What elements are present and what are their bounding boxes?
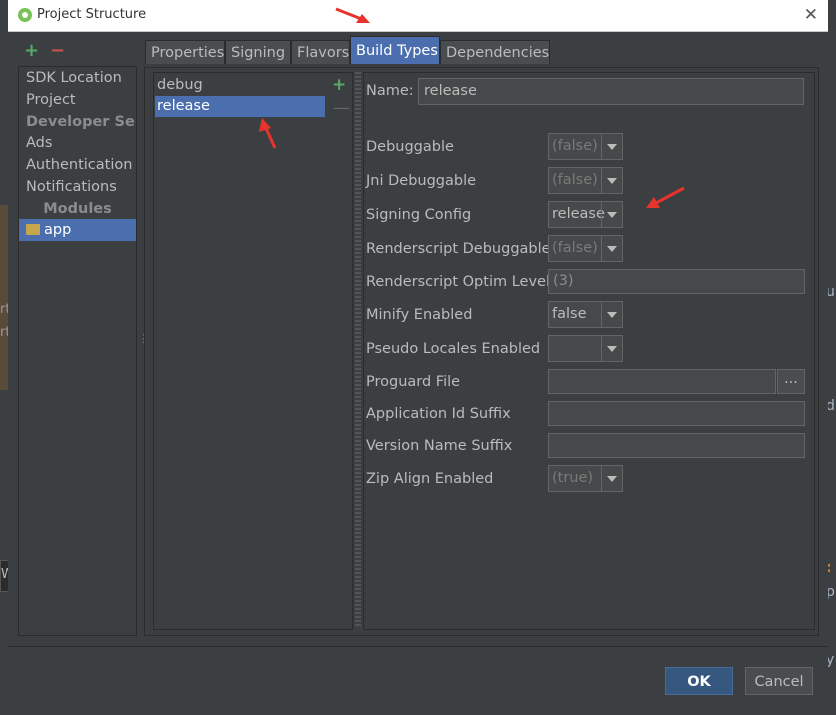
module-folder-icon xyxy=(26,224,40,235)
sidebar: SDK Location Project Developer Ser... Ad… xyxy=(18,66,137,636)
chevron-down-icon[interactable] xyxy=(601,336,622,361)
list-toolbar: + — xyxy=(326,72,353,630)
sidebar-item-authentication[interactable]: Authentication xyxy=(19,154,136,176)
sidebar-item-project[interactable]: Project xyxy=(19,89,136,111)
renderscript-optim-level-label: Renderscript Optim Level xyxy=(366,274,550,290)
proguard-file-label: Proguard File xyxy=(366,374,461,390)
background-editor-left xyxy=(0,205,8,390)
pseudo-locales-enabled-combo[interactable] xyxy=(548,335,623,362)
annotation-arrow-icon xyxy=(646,186,685,208)
sidebar-item-ads[interactable]: Ads xyxy=(19,132,136,154)
debuggable-combo[interactable]: (false) xyxy=(548,133,623,160)
add-icon[interactable]: + xyxy=(24,40,39,61)
sidebar-item-sdk-location[interactable]: SDK Location xyxy=(19,67,136,89)
list-item-release[interactable]: release xyxy=(155,96,325,117)
tab-build-types[interactable]: Build Types xyxy=(350,36,440,64)
application-id-suffix-label: Application Id Suffix xyxy=(366,406,511,422)
remove-build-type-icon[interactable]: — xyxy=(333,98,350,118)
chevron-down-icon[interactable] xyxy=(601,202,622,227)
chevron-down-icon[interactable] xyxy=(601,466,622,491)
zip-align-enabled-label: Zip Align Enabled xyxy=(366,471,494,487)
renderscript-debuggable-label: Renderscript Debuggable xyxy=(366,241,551,257)
signing-config-combo[interactable]: release xyxy=(548,201,623,228)
annotation-arrow-icon xyxy=(335,7,370,23)
sidebar-header-modules: Modules xyxy=(43,201,112,217)
footer-separator xyxy=(8,646,828,647)
minify-enabled-label: Minify Enabled xyxy=(366,307,473,323)
sidebar-item-notifications[interactable]: Notifications xyxy=(19,176,136,198)
renderscript-debuggable-combo[interactable]: (false) xyxy=(548,235,623,262)
jni-debuggable-combo[interactable]: (false) xyxy=(548,167,623,194)
browse-button[interactable]: ... xyxy=(777,369,805,394)
zip-align-enabled-combo[interactable]: (true) xyxy=(548,465,623,492)
name-input[interactable]: release xyxy=(418,78,804,105)
add-build-type-icon[interactable]: + xyxy=(332,75,346,95)
sidebar-header-developer-services: Developer Ser... xyxy=(26,114,136,130)
debuggable-label: Debuggable xyxy=(366,139,454,155)
application-id-suffix-input[interactable] xyxy=(548,401,805,426)
signing-config-label: Signing Config xyxy=(366,207,472,223)
window-title: Project Structure xyxy=(37,7,147,22)
pseudo-locales-enabled-label: Pseudo Locales Enabled xyxy=(366,341,541,357)
chevron-down-icon[interactable] xyxy=(601,134,622,159)
jni-debuggable-label: Jni Debuggable xyxy=(366,173,477,189)
close-icon[interactable]: ✕ xyxy=(804,5,818,25)
minify-enabled-combo[interactable]: false xyxy=(548,301,623,328)
annotation-arrow-icon xyxy=(259,118,277,149)
tab-signing[interactable]: Signing xyxy=(225,40,291,64)
renderscript-optim-level-input[interactable]: (3) xyxy=(548,269,805,294)
list-item-debug[interactable]: debug xyxy=(155,75,325,96)
tab-flavors[interactable]: Flavors xyxy=(291,40,350,64)
android-studio-icon xyxy=(18,8,32,22)
chevron-down-icon[interactable] xyxy=(601,168,622,193)
title-bar: Project Structure ✕ xyxy=(8,0,828,32)
chevron-down-icon[interactable] xyxy=(601,302,622,327)
version-name-suffix-label: Version Name Suffix xyxy=(366,438,513,454)
chevron-down-icon[interactable] xyxy=(601,236,622,261)
version-name-suffix-input[interactable] xyxy=(548,433,805,458)
proguard-file-input[interactable] xyxy=(548,369,776,394)
build-type-list: debug release xyxy=(153,72,328,630)
remove-icon[interactable]: − xyxy=(50,40,65,61)
panel-splitter[interactable] xyxy=(355,72,361,628)
build-type-form: Name: release Debuggable (false) Jni Deb… xyxy=(363,72,815,630)
cancel-button[interactable]: Cancel xyxy=(745,667,813,695)
build-types-panel: debug release + — Name: release Debuggab… xyxy=(144,67,819,636)
ok-button[interactable]: OK xyxy=(665,667,733,695)
project-structure-dialog: + − SDK Location Project Developer Ser..… xyxy=(8,32,828,714)
tab-properties[interactable]: Properties xyxy=(145,40,225,64)
sidebar-item-app[interactable]: app xyxy=(19,219,136,241)
name-label: Name: xyxy=(366,83,414,99)
tab-dependencies[interactable]: Dependencies xyxy=(440,40,550,64)
